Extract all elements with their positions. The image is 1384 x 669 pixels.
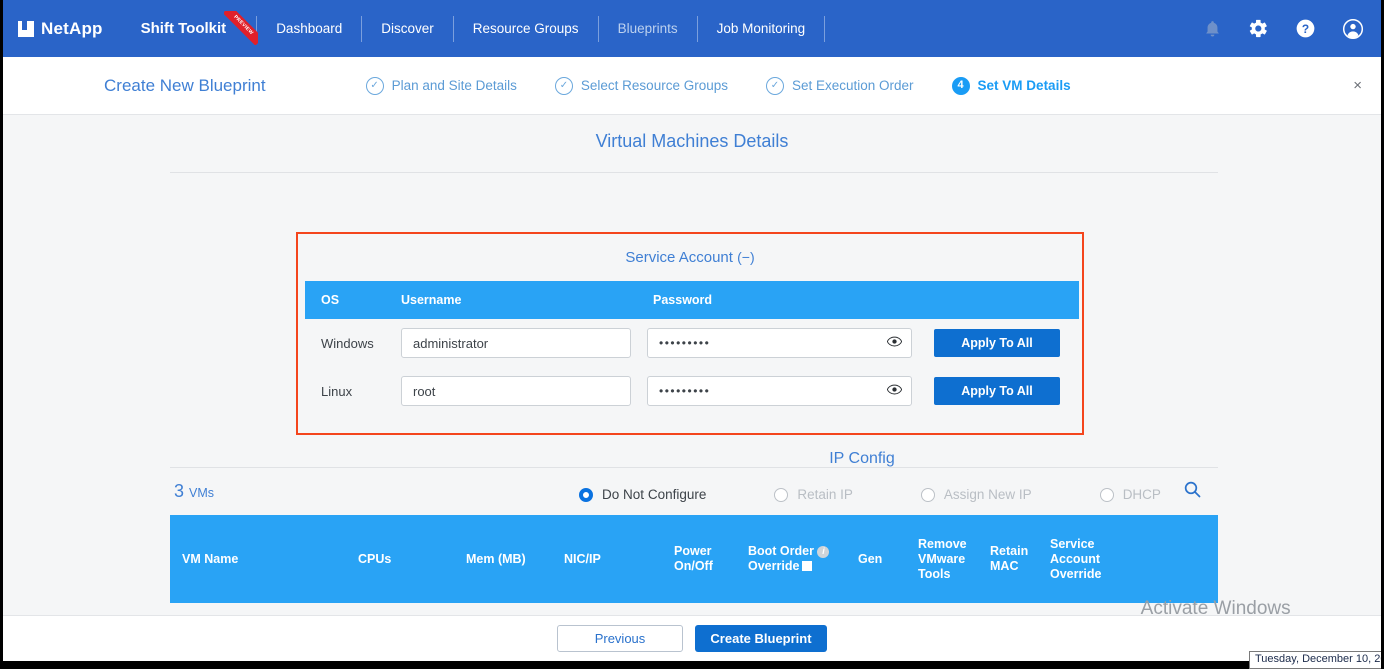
check-circle-icon: ✓ bbox=[554, 76, 573, 95]
wizard-step-label: Set Execution Order bbox=[791, 78, 914, 93]
show-password-eye-icon[interactable] bbox=[886, 334, 903, 352]
help-icon[interactable]: ? bbox=[1295, 18, 1316, 39]
table-row: Windows administrator ••••••••• Apply To… bbox=[305, 319, 1079, 367]
column-header-remove-vmware-tools[interactable]: Remove VMware Tools bbox=[914, 537, 986, 582]
os-label-windows: Windows bbox=[321, 335, 374, 351]
service-account-title-label: Service Account bbox=[625, 249, 733, 266]
wizard-header: Create New Blueprint ✓ Plan and Site Det… bbox=[0, 57, 1384, 115]
info-icon[interactable]: i bbox=[817, 545, 830, 558]
password-field-linux: ••••••••• bbox=[647, 376, 912, 406]
top-nav-actions: ? bbox=[1203, 18, 1364, 40]
table-header-row: OS Username Password bbox=[305, 281, 1079, 319]
application-window: NetApp Shift Toolkit PREVIEW Dashboard D… bbox=[0, 0, 1384, 669]
column-header-cpus[interactable]: CPUs bbox=[354, 552, 462, 567]
column-header-service-account-override[interactable]: Service Account Override bbox=[1046, 537, 1124, 582]
wizard-step-set-execution-order[interactable]: ✓ Set Execution Order bbox=[765, 76, 914, 95]
nav-item-dashboard[interactable]: Dashboard bbox=[257, 0, 361, 57]
apply-to-all-button-windows[interactable]: Apply To All bbox=[934, 329, 1060, 357]
content-panel: Service Account (−) OS Username Password… bbox=[170, 172, 1218, 502]
close-icon[interactable]: × bbox=[1353, 77, 1362, 94]
vms-toolbar: 3 VMs bbox=[170, 468, 1218, 515]
password-field-windows: ••••••••• bbox=[647, 328, 912, 358]
column-header-boot-order-override[interactable]: Boot Order i Override bbox=[744, 544, 854, 574]
preview-ribbon-label: PREVIEW bbox=[224, 11, 259, 45]
vms-section: 3 VMs VM Name CPUs Mem (MB) NIC/IP Power… bbox=[170, 467, 1218, 603]
column-header-password: Password bbox=[653, 293, 713, 307]
notification-bell-icon[interactable] bbox=[1203, 19, 1222, 39]
netapp-logo-icon bbox=[18, 20, 34, 37]
preview-ribbon-icon: PREVIEW bbox=[224, 11, 259, 45]
nav-item-job-monitoring[interactable]: Job Monitoring bbox=[698, 0, 825, 57]
wizard-step-label: Select Resource Groups bbox=[580, 78, 728, 93]
password-input-linux[interactable]: ••••••••• bbox=[647, 376, 912, 406]
service-account-card: Service Account (−) OS Username Password… bbox=[296, 232, 1084, 435]
column-header-power-on-off[interactable]: Power On/Off bbox=[670, 544, 744, 574]
password-input-windows[interactable]: ••••••••• bbox=[647, 328, 912, 358]
username-input-linux[interactable]: root bbox=[401, 376, 631, 406]
show-password-eye-icon[interactable] bbox=[886, 382, 903, 400]
wizard-step-plan-and-site-details[interactable]: ✓ Plan and Site Details bbox=[365, 76, 517, 95]
check-circle-icon: ✓ bbox=[765, 76, 784, 95]
apply-to-all-button-linux[interactable]: Apply To All bbox=[934, 377, 1060, 405]
column-header-vm-name[interactable]: VM Name bbox=[170, 552, 354, 567]
column-header-os: OS bbox=[321, 293, 340, 307]
taskbar bbox=[0, 661, 1384, 669]
nav-item-resource-groups[interactable]: Resource Groups bbox=[454, 0, 598, 57]
page-title: Create New Blueprint bbox=[104, 75, 266, 95]
override-checkbox[interactable] bbox=[802, 561, 813, 571]
netapp-logo[interactable]: NetApp bbox=[18, 19, 103, 39]
override-label: Override bbox=[748, 559, 800, 573]
top-navigation-bar: NetApp Shift Toolkit PREVIEW Dashboard D… bbox=[0, 0, 1384, 57]
gear-icon[interactable] bbox=[1248, 18, 1269, 39]
wizard-step-label: Plan and Site Details bbox=[391, 78, 517, 93]
clock-tooltip: Tuesday, December 10, 201 bbox=[1249, 651, 1384, 669]
wizard-steps: ✓ Plan and Site Details ✓ Select Resourc… bbox=[365, 76, 1071, 95]
svg-text:?: ? bbox=[1302, 22, 1309, 36]
column-header-nic-ip[interactable]: NIC/IP bbox=[560, 552, 670, 567]
os-label-linux: Linux bbox=[321, 383, 353, 399]
column-header-username: Username bbox=[401, 293, 462, 307]
vm-count: 3 VMs bbox=[174, 481, 214, 502]
nav-divider bbox=[824, 15, 826, 42]
page-body: Virtual Machines Details Service Account… bbox=[0, 115, 1384, 638]
step-number-icon: 4 bbox=[951, 76, 970, 95]
column-header-gen[interactable]: Gen bbox=[854, 552, 914, 567]
service-account-title: Service Account (−) bbox=[298, 234, 1082, 266]
product-name: Shift Toolkit PREVIEW bbox=[140, 11, 259, 45]
collapse-toggle-icon[interactable]: (−) bbox=[737, 249, 755, 265]
vm-count-value: 3 bbox=[174, 481, 185, 501]
table-row: Linux root ••••••••• Apply To All bbox=[305, 367, 1079, 415]
nav-item-blueprints[interactable]: Blueprints bbox=[599, 0, 697, 57]
boot-order-label: Boot Order bbox=[748, 544, 814, 558]
vm-count-unit: VMs bbox=[189, 486, 215, 500]
wizard-step-set-vm-details[interactable]: 4 Set VM Details bbox=[951, 76, 1071, 95]
previous-button[interactable]: Previous bbox=[557, 625, 683, 652]
username-input-windows[interactable]: administrator bbox=[401, 328, 631, 358]
create-blueprint-button[interactable]: Create Blueprint bbox=[695, 625, 827, 652]
search-icon[interactable] bbox=[1183, 480, 1202, 504]
ip-config-title: IP Config bbox=[829, 450, 895, 467]
check-circle-icon: ✓ bbox=[365, 76, 384, 95]
section-title: Virtual Machines Details bbox=[595, 131, 789, 151]
product-name-label: Shift Toolkit bbox=[140, 20, 227, 37]
wizard-step-label: Set VM Details bbox=[977, 78, 1071, 93]
nav-item-discover[interactable]: Discover bbox=[362, 0, 453, 57]
account-icon[interactable] bbox=[1342, 18, 1364, 40]
screen-edge-left bbox=[0, 0, 3, 669]
column-header-retain-mac[interactable]: Retain MAC bbox=[986, 544, 1046, 574]
service-account-table: OS Username Password Windows administrat… bbox=[305, 281, 1079, 415]
brand-name: NetApp bbox=[41, 18, 103, 38]
wizard-footer: Previous Create Blueprint bbox=[0, 615, 1384, 661]
vms-table-header-row: VM Name CPUs Mem (MB) NIC/IP Power On/Of… bbox=[170, 515, 1218, 603]
column-header-mem-mb[interactable]: Mem (MB) bbox=[462, 552, 560, 567]
wizard-step-select-resource-groups[interactable]: ✓ Select Resource Groups bbox=[554, 76, 728, 95]
